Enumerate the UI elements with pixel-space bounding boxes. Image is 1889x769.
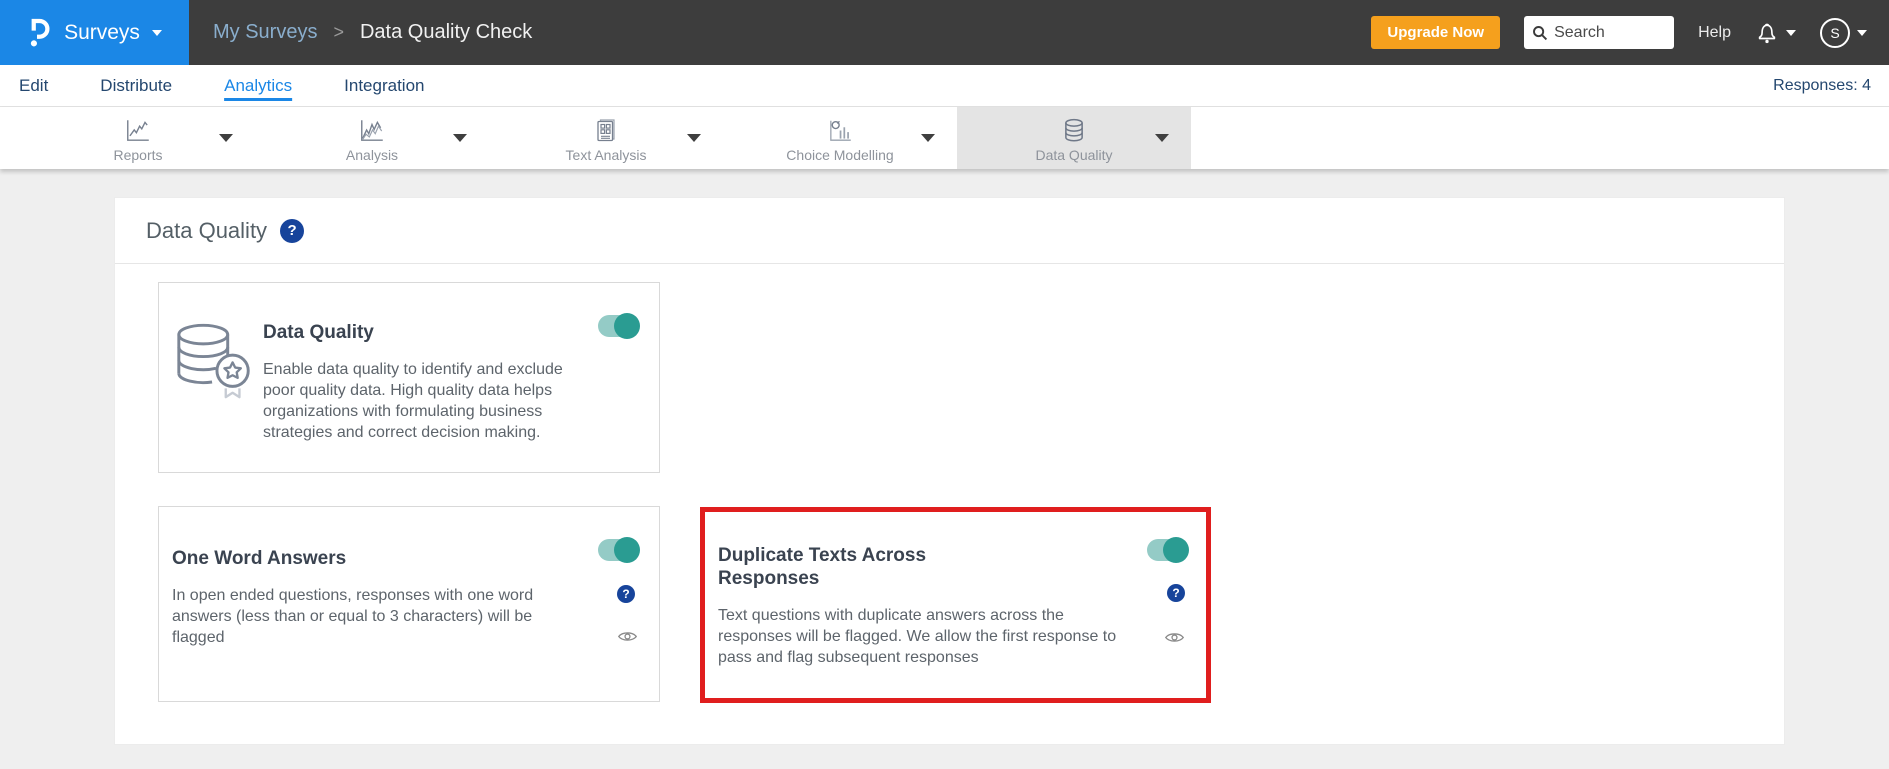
tab-analytics[interactable]: Analytics <box>224 76 292 96</box>
data-quality-panel: Data Quality ? Data Quality Enable data … <box>114 197 1785 745</box>
chevron-down-icon[interactable] <box>453 134 467 142</box>
subtab-reports[interactable]: Reports <box>21 107 255 169</box>
data-quality-toggle[interactable] <box>598 313 640 339</box>
multi-line-chart-icon <box>358 114 386 144</box>
breadcrumb: My Surveys > Data Quality Check <box>213 21 532 44</box>
tab-edit[interactable]: Edit <box>19 76 48 96</box>
card-title: Duplicate Texts Across Responses <box>718 545 927 589</box>
chevron-down-icon <box>151 29 162 36</box>
duplicate-texts-toggle[interactable] <box>1147 537 1189 563</box>
search-icon <box>1533 25 1548 40</box>
chevron-down-icon <box>1857 29 1867 36</box>
bell-icon <box>1758 23 1776 44</box>
subtab-text-analysis[interactable]: Text Analysis <box>489 107 723 169</box>
search-input[interactable] <box>1554 23 1660 42</box>
help-badge-icon[interactable]: ? <box>1167 584 1185 602</box>
chevron-down-icon[interactable] <box>921 134 935 142</box>
feature-card-body: Data Quality Enable data quality to iden… <box>263 321 597 472</box>
chevron-down-icon[interactable] <box>687 134 701 142</box>
help-link[interactable]: Help <box>1698 24 1731 42</box>
tab-distribute[interactable]: Distribute <box>100 76 172 96</box>
database-icon <box>1061 114 1087 144</box>
upgrade-now-button[interactable]: Upgrade Now <box>1371 16 1501 49</box>
card-title: Data Quality <box>263 322 374 343</box>
database-star-icon <box>171 319 263 472</box>
page-title: Data Quality <box>146 217 268 243</box>
account-menu[interactable]: S <box>1820 17 1867 48</box>
analytics-subnav: Reports Analysis Text Analysis Choice Mo… <box>0 107 1889 169</box>
eye-icon[interactable] <box>617 629 638 649</box>
card-description: Text questions with duplicate answers ac… <box>718 607 1117 666</box>
panel-header: Data Quality ? <box>115 198 1784 264</box>
subtab-analysis[interactable]: Analysis <box>255 107 489 169</box>
product-name: Surveys <box>64 20 140 44</box>
subtab-label: Analysis <box>345 146 399 163</box>
subtab-label: Choice Modelling <box>786 146 894 163</box>
breadcrumb-separator: > <box>333 22 344 42</box>
duplicate-texts-card: Duplicate Texts Across Responses Text qu… <box>700 507 1211 703</box>
subtab-label: Data Quality <box>1035 146 1113 163</box>
subtab-label: Reports <box>113 146 163 163</box>
search-box[interactable] <box>1524 16 1675 49</box>
chevron-down-icon <box>1786 29 1796 36</box>
card-title: One Word Answers <box>172 548 347 569</box>
top-bar: Surveys My Surveys > Data Quality Check … <box>0 0 1889 65</box>
responses-count[interactable]: Responses: 4 <box>1773 77 1871 95</box>
product-switcher[interactable]: Surveys <box>0 0 189 65</box>
avatar: S <box>1820 17 1850 48</box>
help-badge-icon[interactable]: ? <box>617 585 635 603</box>
chevron-down-icon[interactable] <box>219 134 233 142</box>
one-word-answers-card: One Word Answers In open ended questions… <box>158 506 660 702</box>
line-chart-icon <box>124 114 152 144</box>
document-grid-icon <box>594 114 618 144</box>
subtab-choice-modelling[interactable]: Choice Modelling <box>723 107 957 169</box>
scatter-bar-icon <box>826 114 854 144</box>
one-word-answers-toggle[interactable] <box>598 537 640 563</box>
breadcrumb-current: Data Quality Check <box>359 21 533 43</box>
card-description: Enable data quality to identify and excl… <box>263 361 563 441</box>
tab-integration[interactable]: Integration <box>344 76 424 96</box>
help-badge-icon[interactable]: ? <box>280 218 305 243</box>
eye-icon[interactable] <box>1164 630 1185 650</box>
survey-nav: Edit Distribute Analytics Integration Re… <box>0 65 1889 107</box>
data-quality-feature-card: Data Quality Enable data quality to iden… <box>158 282 660 473</box>
top-bar-actions: Upgrade Now Help S <box>1371 16 1889 49</box>
chevron-down-icon[interactable] <box>1155 134 1169 142</box>
breadcrumb-my-surveys[interactable]: My Surveys <box>213 21 317 44</box>
card-description: In open ended questions, responses with … <box>172 587 534 646</box>
subtab-data-quality[interactable]: Data Quality <box>957 107 1191 169</box>
notifications-menu[interactable] <box>1755 19 1796 46</box>
subtab-label: Text Analysis <box>565 146 647 163</box>
questionpro-logo-icon <box>30 18 50 47</box>
